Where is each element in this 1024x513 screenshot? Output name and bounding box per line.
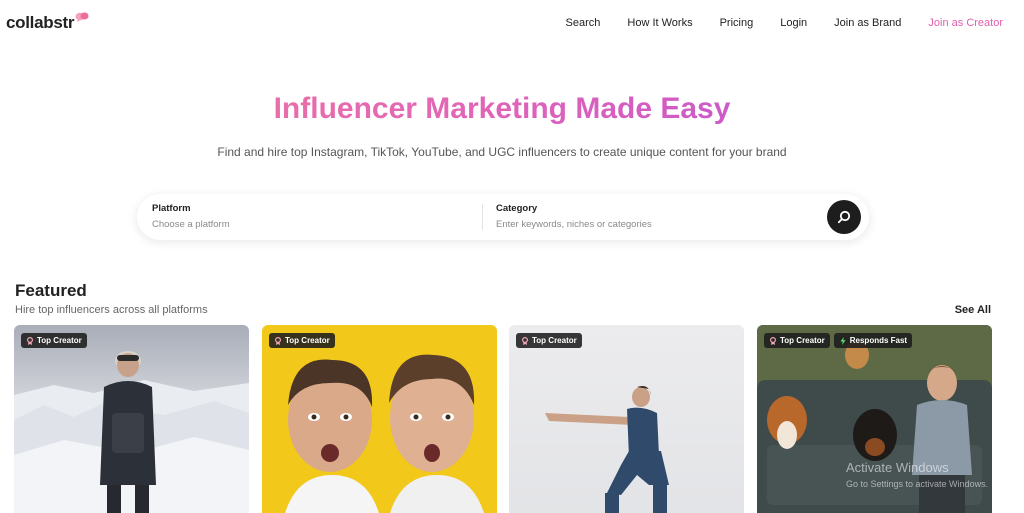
search-button[interactable] xyxy=(827,200,861,234)
logo-text: collabstr xyxy=(6,13,75,32)
responds-fast-badge: Responds Fast xyxy=(833,333,913,348)
nav-join-as-creator[interactable]: Join as Creator xyxy=(928,17,1003,29)
badge-label: Top Creator xyxy=(532,336,577,345)
page: collabstr Search How It Works Pricing Lo… xyxy=(0,0,1024,513)
top-creator-badge: Top Creator xyxy=(516,333,582,348)
award-icon xyxy=(770,336,776,345)
card-badges: Top Creator Responds Fast xyxy=(764,333,913,348)
nav-login[interactable]: Login xyxy=(780,17,807,29)
card-badges: Top Creator xyxy=(269,333,335,348)
watermark-subtitle: Go to Settings to activate Windows. xyxy=(846,479,989,489)
nav-how-it-works[interactable]: How It Works xyxy=(627,17,692,29)
nav-search[interactable]: Search xyxy=(566,17,601,29)
creator-photo xyxy=(14,351,249,513)
award-icon xyxy=(27,336,33,345)
award-icon xyxy=(275,336,281,345)
category-field[interactable]: Category Enter keywords, niches or categ… xyxy=(496,203,652,230)
creator-card[interactable]: Top Creator xyxy=(509,325,744,513)
top-nav: Search How It Works Pricing Login Join a… xyxy=(539,17,1003,29)
search-icon xyxy=(837,210,851,224)
search-divider xyxy=(482,204,483,230)
header: collabstr Search How It Works Pricing Lo… xyxy=(0,0,1024,48)
badge-label: Top Creator xyxy=(780,336,825,345)
creator-photo xyxy=(545,386,669,513)
creator-card[interactable]: Top Creator xyxy=(262,325,497,513)
creator-card[interactable]: Top Creator xyxy=(14,325,249,513)
card-badges: Top Creator xyxy=(516,333,582,348)
nav-pricing[interactable]: Pricing xyxy=(720,17,754,29)
logo[interactable]: collabstr xyxy=(6,12,89,33)
search-bar: Platform Choose a platform Category Ente… xyxy=(137,194,869,240)
platform-field[interactable]: Platform Choose a platform xyxy=(152,203,230,230)
card-badges: Top Creator xyxy=(21,333,87,348)
logo-bubble-icon xyxy=(75,12,89,22)
see-all-link[interactable]: See All xyxy=(955,304,991,316)
featured-subtitle: Hire top influencers across all platform… xyxy=(15,304,208,316)
watermark-title: Activate Windows xyxy=(846,460,949,475)
lightning-icon xyxy=(840,336,846,345)
creator-photo xyxy=(285,354,484,513)
category-placeholder: Enter keywords, niches or categories xyxy=(496,219,652,230)
badge-label: Responds Fast xyxy=(849,336,908,345)
hero-title: Influencer Marketing Made Easy xyxy=(0,92,1004,126)
platform-placeholder: Choose a platform xyxy=(152,219,230,230)
category-label: Category xyxy=(496,203,538,214)
top-creator-badge: Top Creator xyxy=(764,333,830,348)
featured-title: Featured xyxy=(15,281,87,300)
nav-join-as-brand[interactable]: Join as Brand xyxy=(834,17,901,29)
top-creator-badge: Top Creator xyxy=(269,333,335,348)
award-icon xyxy=(522,336,528,345)
windows-activation-watermark: Activate Windows Go to Settings to activ… xyxy=(846,460,988,489)
top-creator-badge: Top Creator xyxy=(21,333,87,348)
platform-label: Platform xyxy=(152,203,191,214)
badge-label: Top Creator xyxy=(285,336,330,345)
hero-subtitle: Find and hire top Instagram, TikTok, You… xyxy=(217,145,787,159)
badge-label: Top Creator xyxy=(37,336,82,345)
